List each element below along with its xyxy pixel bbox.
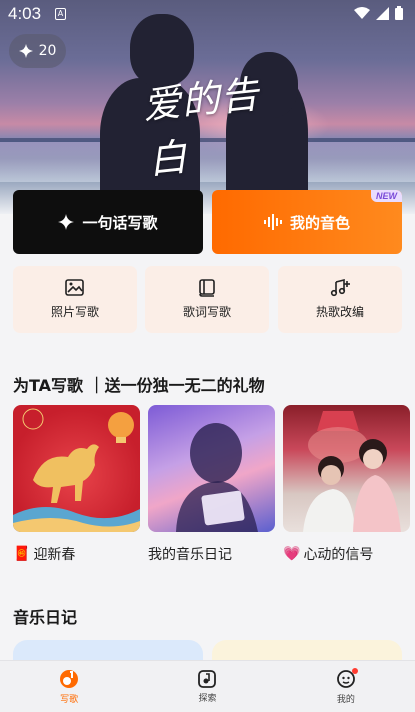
card-label: 我的音乐日记 [148, 544, 275, 564]
card-title: 我的音乐日记 [148, 547, 232, 563]
reading-silhouette-illustration [176, 423, 258, 532]
tool-label: 照片写歌 [50, 305, 99, 319]
sparkle-icon [18, 44, 33, 58]
heartbeat-signal-card[interactable]: 💗 心动的信号 [283, 405, 410, 564]
notification-icon: A [55, 8, 66, 20]
card-label: 💗 心动的信号 [283, 544, 410, 564]
bottom-nav: 写歌 探索 我的 [0, 660, 415, 712]
spring-festival-image [13, 405, 140, 532]
signal-icon [376, 6, 389, 20]
card-title: 迎新春 [33, 547, 76, 563]
music-diary-section-title: 音乐日记 [13, 608, 78, 627]
hit-song-remix-button[interactable]: 热歌改编 [278, 266, 402, 333]
gift-section-title: 为TA写歌 ｜送一份独一无二的礼物 [13, 376, 265, 395]
song-write-icon [60, 669, 79, 688]
status-icons [354, 6, 403, 20]
hero-title-text: 爱的告白 [140, 71, 262, 183]
one-line-song-button[interactable]: 一句话写歌 [13, 190, 203, 254]
photo-song-button[interactable]: 照片写歌 [13, 266, 137, 333]
hero-title: 爱的告白 [141, 68, 275, 183]
battery-icon [395, 6, 403, 20]
music-diary-card[interactable]: 我的音乐日记 [148, 405, 275, 564]
heart-icon: 💗 [283, 546, 301, 562]
hero-banner[interactable]: 爱的告白 [0, 0, 415, 214]
explore-icon [198, 669, 217, 688]
status-bar: 4:03 A [0, 0, 415, 30]
golden-horse-illustration [13, 408, 140, 532]
nav-explore[interactable]: 探索 [138, 661, 276, 712]
status-time: 4:03 [8, 4, 42, 23]
red-envelope-icon: 🧧 [13, 546, 31, 562]
one-line-song-label: 一句话写歌 [82, 213, 158, 232]
new-badge: NEW [371, 190, 402, 202]
lyrics-song-button[interactable]: 歌词写歌 [145, 266, 269, 333]
tool-label: 热歌改编 [315, 305, 364, 319]
nav-profile[interactable]: 我的 [277, 661, 415, 712]
my-voice-label: 我的音色 [289, 213, 350, 232]
heartbeat-signal-image [283, 405, 410, 532]
music-diary-image [148, 405, 275, 532]
nav-label: 写歌 [60, 694, 79, 705]
tool-label: 歌词写歌 [182, 305, 231, 319]
credits-badge[interactable]: 20 [9, 34, 66, 68]
my-voice-button[interactable]: 我的音色 NEW [212, 190, 402, 254]
lyrics-book-icon [199, 279, 215, 297]
wifi-icon [354, 7, 370, 19]
sparkle-icon [58, 214, 75, 230]
sound-wave-icon [263, 214, 282, 230]
card-label: 🧧 迎新春 [13, 544, 140, 564]
spring-festival-card[interactable]: 🧧 迎新春 [13, 405, 140, 564]
notification-dot [351, 668, 358, 674]
nav-write-song[interactable]: 写歌 [0, 661, 138, 712]
music-note-add-icon [330, 279, 350, 297]
nav-label: 我的 [336, 694, 355, 705]
card-title: 心动的信号 [303, 547, 374, 563]
nav-label: 探索 [198, 693, 217, 704]
credits-count: 20 [38, 43, 57, 59]
couple-photo-illustration [303, 411, 401, 532]
photo-edit-icon [65, 279, 84, 296]
